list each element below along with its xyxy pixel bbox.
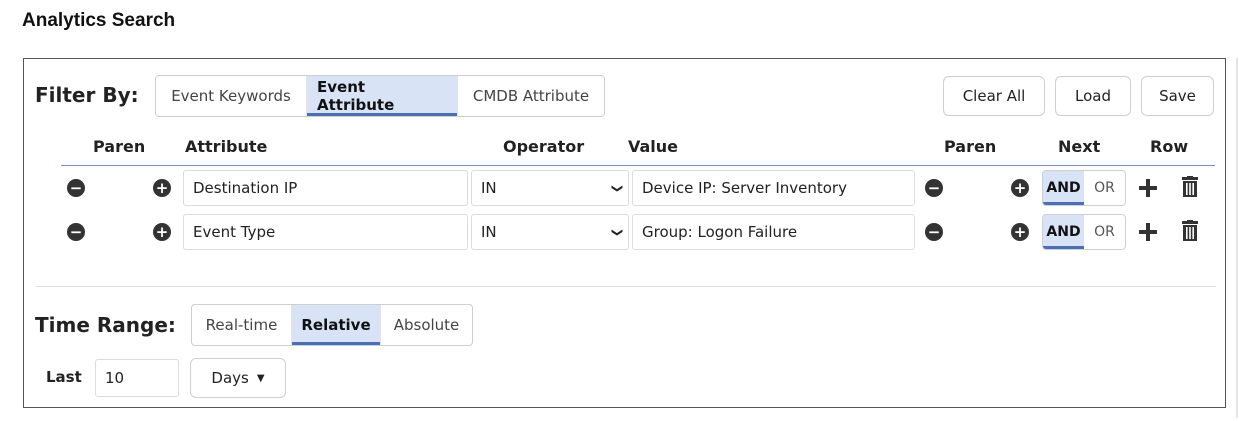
trash-icon[interactable] bbox=[1181, 176, 1199, 198]
tab-cmdb-attribute[interactable]: CMDB Attribute bbox=[458, 76, 604, 116]
col-attribute: Attribute bbox=[185, 137, 268, 156]
clear-all-button[interactable]: Clear All bbox=[943, 76, 1045, 116]
time-range-label: Time Range: bbox=[35, 313, 176, 337]
time-unit-dropdown[interactable]: Days ▼ bbox=[190, 358, 286, 398]
tab-relative[interactable]: Relative bbox=[292, 305, 381, 345]
and-toggle[interactable]: AND bbox=[1043, 215, 1084, 249]
chevron-down-icon: ❯ bbox=[610, 183, 624, 193]
time-range-tabs: Real-time Relative Absolute bbox=[191, 304, 473, 346]
caret-down-icon: ▼ bbox=[256, 372, 265, 384]
minus-circle-icon[interactable]: − bbox=[925, 179, 943, 197]
operator-select[interactable]: IN ❯ bbox=[471, 214, 629, 250]
plus-circle-icon[interactable]: + bbox=[153, 179, 171, 197]
plus-icon[interactable] bbox=[1139, 223, 1157, 241]
value-field[interactable]: Group: Logon Failure bbox=[632, 214, 915, 250]
minus-circle-icon[interactable]: − bbox=[925, 223, 943, 241]
time-unit-value: Days bbox=[211, 369, 249, 387]
window-edge bbox=[1236, 58, 1238, 418]
page-title: Analytics Search bbox=[22, 10, 176, 31]
operator-value: IN bbox=[481, 223, 497, 241]
col-value: Value bbox=[628, 137, 679, 156]
plus-circle-icon[interactable]: + bbox=[1011, 179, 1029, 197]
tab-absolute[interactable]: Absolute bbox=[381, 305, 472, 345]
col-next: Next bbox=[1058, 137, 1101, 156]
search-panel: Filter By: Event Keywords Event Attribut… bbox=[23, 58, 1226, 408]
tab-real-time[interactable]: Real-time bbox=[192, 305, 292, 345]
section-divider bbox=[36, 286, 1216, 287]
plus-circle-icon[interactable]: + bbox=[153, 223, 171, 241]
plus-circle-icon[interactable]: + bbox=[1011, 223, 1029, 241]
load-button[interactable]: Load bbox=[1055, 76, 1131, 116]
save-button[interactable]: Save bbox=[1141, 76, 1214, 116]
or-toggle[interactable]: OR bbox=[1084, 215, 1125, 249]
or-toggle[interactable]: OR bbox=[1084, 171, 1125, 205]
col-paren-close: Paren bbox=[944, 137, 997, 156]
col-operator: Operator bbox=[503, 137, 585, 156]
operator-select[interactable]: IN ❯ bbox=[471, 170, 629, 206]
attribute-field[interactable]: Event Type bbox=[183, 214, 468, 250]
last-value-input[interactable]: 10 bbox=[95, 359, 179, 397]
col-paren-open: Paren bbox=[93, 137, 146, 156]
attribute-field[interactable]: Destination IP bbox=[183, 170, 468, 206]
filter-tabs: Event Keywords Event Attribute CMDB Attr… bbox=[155, 75, 605, 117]
minus-circle-icon[interactable]: − bbox=[67, 179, 85, 197]
tab-event-keywords[interactable]: Event Keywords bbox=[156, 76, 307, 116]
next-toggle: AND OR bbox=[1042, 170, 1126, 206]
minus-circle-icon[interactable]: − bbox=[67, 223, 85, 241]
filter-by-label: Filter By: bbox=[35, 83, 139, 107]
chevron-down-icon: ❯ bbox=[610, 227, 624, 237]
operator-value: IN bbox=[481, 179, 497, 197]
header-divider bbox=[61, 165, 1215, 166]
col-row: Row bbox=[1150, 137, 1189, 156]
value-field[interactable]: Device IP: Server Inventory bbox=[632, 170, 915, 206]
plus-icon[interactable] bbox=[1139, 179, 1157, 197]
last-label: Last bbox=[46, 368, 82, 386]
trash-icon[interactable] bbox=[1181, 220, 1199, 242]
tab-event-attribute[interactable]: Event Attribute bbox=[307, 76, 458, 116]
next-toggle: AND OR bbox=[1042, 214, 1126, 250]
and-toggle[interactable]: AND bbox=[1043, 171, 1084, 205]
